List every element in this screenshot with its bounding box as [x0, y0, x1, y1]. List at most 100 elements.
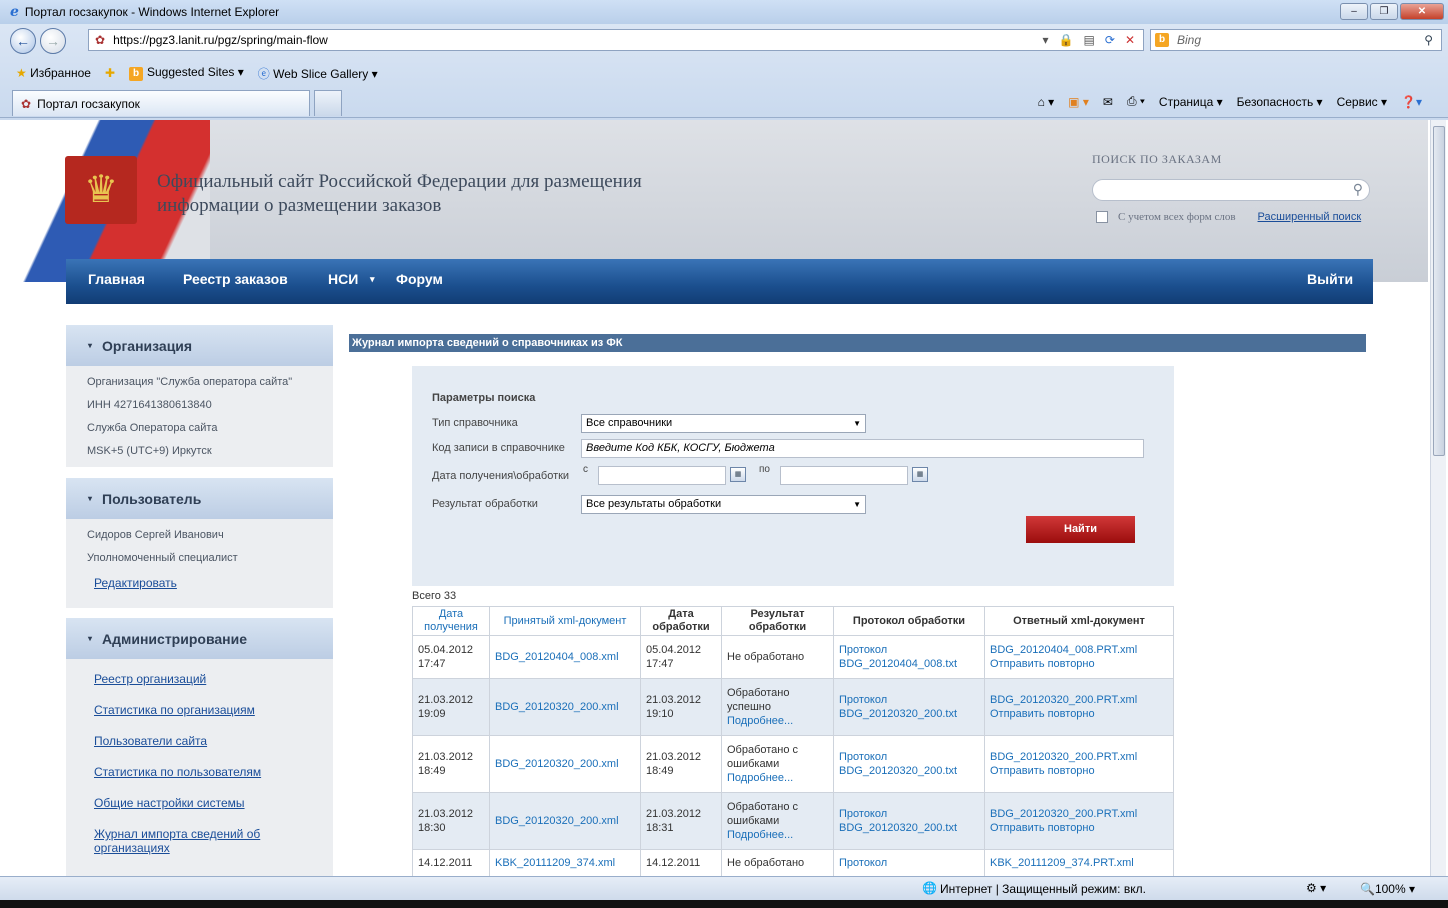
address-dropdown-icon[interactable]: ▾: [1043, 33, 1049, 47]
admin-link-org-stats[interactable]: Статистика по организациям: [94, 703, 255, 717]
date-from-input[interactable]: [598, 466, 726, 485]
admin-link-org-registry[interactable]: Реестр организаций: [94, 672, 206, 686]
xml-link[interactable]: KBK_20111209_374.xml: [495, 857, 615, 869]
type-select[interactable]: Все справочники ▼: [581, 414, 866, 433]
search-icon[interactable]: ⚲: [1353, 181, 1363, 198]
details-link[interactable]: Подробнее...: [727, 772, 793, 784]
admin-link-org-import-log[interactable]: Журнал импорта сведений об организациях: [94, 827, 260, 855]
cell-proc-date: 14.12.2011: [640, 849, 722, 876]
protected-mode-icon[interactable]: ⚙ ▾: [1306, 881, 1326, 895]
help-icon[interactable]: ❓▾: [1401, 95, 1422, 109]
type-label: Тип справочника: [432, 417, 518, 429]
xml-link[interactable]: BDG_20120320_200.xml: [495, 701, 619, 713]
org-service: Служба Оператора сайта: [87, 422, 218, 434]
search-box[interactable]: b Bing ⚲: [1150, 29, 1442, 51]
nav-nsi[interactable]: НСИ: [328, 259, 358, 304]
sidebar-user-header[interactable]: ▾ Пользователь: [66, 478, 333, 519]
cell-proc-date: 21.03.2012 19:10: [640, 678, 722, 736]
col-recv-date[interactable]: Дата получения: [412, 606, 490, 636]
cell-xml: KBK_20111209_374.xml: [489, 849, 641, 876]
resp-xml-link[interactable]: BDG_20120404_008.PRT.xml: [990, 644, 1137, 656]
order-search-input[interactable]: ⚲: [1092, 179, 1370, 201]
add-favorites-icon[interactable]: ✚: [105, 66, 115, 80]
resp-xml-link[interactable]: BDG_20120320_200.PRT.xml: [990, 694, 1137, 706]
page-menu[interactable]: Страница ▾: [1159, 95, 1223, 109]
admin-link-user-stats[interactable]: Статистика по пользователям: [94, 765, 261, 779]
advanced-search-link[interactable]: Расширенный поиск: [1258, 211, 1362, 223]
zoom-control[interactable]: 🔍100% ▾: [1360, 882, 1415, 896]
nav-nsi-dropdown-icon[interactable]: ▾: [370, 259, 375, 304]
tab-portal[interactable]: ✿ Портал госзакупок: [12, 90, 310, 116]
order-search: ПОИСК ПО ЗАКАЗАМ ⚲ С учетом всех форм сл…: [1092, 152, 1392, 223]
favorites-star-icon: ★: [16, 66, 27, 80]
logout-link[interactable]: Выйти: [1307, 259, 1353, 304]
date-to-input[interactable]: [780, 466, 908, 485]
nav-home[interactable]: Главная: [88, 259, 145, 304]
org-inn: ИНН 4271641380613840: [87, 399, 212, 411]
protocol-link[interactable]: Протокол BDG_20120320_200.txt: [839, 693, 979, 721]
resend-link[interactable]: Отправить повторно: [990, 822, 1095, 834]
sidebar-org-header[interactable]: ▾ Организация: [66, 325, 333, 366]
feeds-icon[interactable]: ▣ ▾: [1068, 95, 1089, 109]
resend-link[interactable]: Отправить повторно: [990, 765, 1095, 777]
all-forms-checkbox[interactable]: [1096, 211, 1108, 223]
minimize-button[interactable]: –: [1340, 3, 1368, 20]
calendar-icon[interactable]: ▦: [912, 467, 928, 482]
fav-link-webslice[interactable]: ⓔ Web Slice Gallery ▾: [258, 65, 378, 82]
print-icon[interactable]: ⎙ ▾: [1127, 94, 1145, 109]
page-scrollbar[interactable]: [1430, 120, 1446, 876]
nav-orders[interactable]: Реестр заказов: [183, 259, 288, 304]
resend-link[interactable]: Отправить повторно: [990, 658, 1095, 670]
favorites-bar: ★ Избранное ✚ b Suggested Sites ▾ ⓔ Web S…: [0, 62, 1448, 84]
globe-icon: 🌐: [922, 881, 937, 895]
new-tab-button[interactable]: [314, 90, 342, 116]
cell-result: Обработано с ошибками Подробнее...: [721, 792, 834, 850]
search-icon[interactable]: ⚲: [1424, 33, 1433, 47]
compatibility-icon[interactable]: ▤: [1084, 33, 1095, 47]
cell-protocol: Протокол BDG_20120404_008.txt: [833, 635, 985, 679]
tools-menu[interactable]: Сервис ▾: [1337, 95, 1387, 109]
find-button[interactable]: Найти: [1026, 516, 1135, 543]
user-name: Сидоров Сергей Иванович: [87, 529, 224, 541]
address-bar[interactable]: ✿ https://pgz3.lanit.ru/pgz/spring/main-…: [88, 29, 1144, 51]
mail-icon[interactable]: ✉: [1103, 95, 1113, 109]
fav-link-suggested[interactable]: b Suggested Sites ▾: [129, 65, 244, 81]
details-link[interactable]: Подробнее...: [727, 829, 793, 841]
admin-link-settings[interactable]: Общие настройки системы: [94, 796, 245, 810]
nav-forum[interactable]: Форум: [396, 259, 443, 304]
cell-resp-xml: BDG_20120320_200.PRT.xml Отправить повтор…: [984, 678, 1174, 736]
site-title-line1: Официальный сайт Российской Федерации дл…: [157, 171, 642, 192]
xml-link[interactable]: BDG_20120404_008.xml: [495, 651, 619, 663]
protocol-link[interactable]: Протокол BDG_20120320_200.txt: [839, 807, 979, 835]
favorites-button[interactable]: ★ Избранное: [16, 66, 91, 80]
admin-link-users[interactable]: Пользователи сайта: [94, 734, 207, 748]
close-window-button[interactable]: ✕: [1400, 3, 1444, 20]
col-xml[interactable]: Принятый xml-документ: [489, 606, 641, 636]
webslice-icon: ⓔ: [257, 66, 270, 81]
xml-link[interactable]: BDG_20120320_200.xml: [495, 815, 619, 827]
result-select[interactable]: Все результаты обработки ▼: [581, 495, 866, 514]
details-link[interactable]: Подробнее...: [727, 715, 793, 727]
sidebar-admin-header[interactable]: ▾ Администрирование: [66, 618, 333, 659]
resp-xml-link[interactable]: KBK_20111209_374.PRT.xml: [990, 857, 1134, 869]
back-button[interactable]: ←: [10, 28, 36, 54]
xml-link[interactable]: BDG_20120320_200.xml: [495, 758, 619, 770]
protocol-link[interactable]: Протокол BDG_20120404_008.txt: [839, 643, 979, 671]
calendar-icon[interactable]: ▦: [730, 467, 746, 482]
code-input[interactable]: Введите Код КБК, КОСГУ, Бюджета: [581, 439, 1144, 458]
protocol-link[interactable]: Протокол BDG_20120320_200.txt: [839, 750, 979, 778]
lock-icon[interactable]: 🔒: [1059, 33, 1074, 47]
resend-link[interactable]: Отправить повторно: [990, 708, 1095, 720]
col-proc-date: Дата обработки: [640, 606, 722, 636]
resp-xml-link[interactable]: BDG_20120320_200.PRT.xml: [990, 751, 1137, 763]
protocol-link[interactable]: Протокол: [839, 856, 979, 870]
forward-button[interactable]: →: [40, 28, 66, 54]
edit-profile-link[interactable]: Редактировать: [94, 576, 177, 590]
home-icon[interactable]: ⌂ ▾: [1038, 95, 1055, 109]
maximize-button[interactable]: ❐: [1370, 3, 1398, 20]
scrollbar-thumb[interactable]: [1433, 126, 1445, 456]
resp-xml-link[interactable]: BDG_20120320_200.PRT.xml: [990, 808, 1137, 820]
stop-icon[interactable]: ✕: [1125, 33, 1135, 47]
safety-menu[interactable]: Безопасность ▾: [1237, 95, 1323, 109]
refresh-icon[interactable]: ⟳: [1105, 33, 1115, 47]
